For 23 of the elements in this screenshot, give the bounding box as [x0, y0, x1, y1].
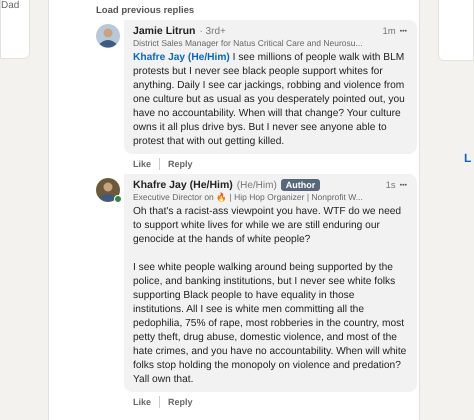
connection-degree: · 3rd+ [199, 26, 226, 36]
reply-button[interactable]: Reply [168, 158, 193, 170]
author-badge: Author [280, 179, 320, 191]
comment-text: Khafre Jay (He/Him) I see millions of people walk with BLM protests but I never see black people support whites for anything. Daily I see car jackings, robbing and violence from one culture but as usual as you desperately pointed out, you have no accountability. When will that change? Your culture owns it all plus drive bys. But I never see anyone able to protest that with out getting killed. [133, 51, 406, 149]
comment-text: Oh that's a racist-ass viewpoint you have. WTF do we need to support white lives for while we are still enduring our genocide at the hands of white people? [133, 205, 402, 247]
commenter-headline: District Sales Manager for Natus Critical Care and Neurosu... [133, 38, 364, 48]
mention-link[interactable]: Khafre Jay (He/Him) [133, 52, 230, 63]
comment-text: I see white people walking around being supported by the police, and banking institutions, but I never see white folks supporting Black people to have equality in those institutions. All I see is white men committing all the pedophilia, 75% of rape, most robberies in the country, most petty theft, drug abuse, domestic violence, and most of the hate crimes, and you have no accountability. When will white folks stop holding the monopoly on violence and predation? Yall own that. [133, 261, 407, 387]
pronouns: (He/Him) [236, 180, 277, 190]
side-link[interactable]: L [438, 151, 474, 165]
comment-time: 1m [382, 26, 396, 36]
avatar-icon[interactable] [96, 178, 120, 202]
avatar-icon[interactable] [96, 24, 120, 48]
commenter-headline: Executive Director on 🔥 | Hip Hop Organizer | Nonprofit W... [133, 192, 364, 202]
like-button[interactable]: Like [133, 158, 152, 170]
comment-time: 1s [386, 180, 396, 190]
load-previous-link[interactable]: Load previous replies [96, 5, 194, 16]
commenter-name[interactable]: Jamie Litrun [133, 25, 196, 37]
side-card [438, 0, 474, 61]
commenter-name[interactable]: Khafre Jay (He/Him) [133, 179, 233, 191]
reply-button[interactable]: Reply [168, 396, 193, 408]
like-button[interactable]: Like [133, 396, 152, 408]
card-text: Dad [1, 0, 20, 11]
